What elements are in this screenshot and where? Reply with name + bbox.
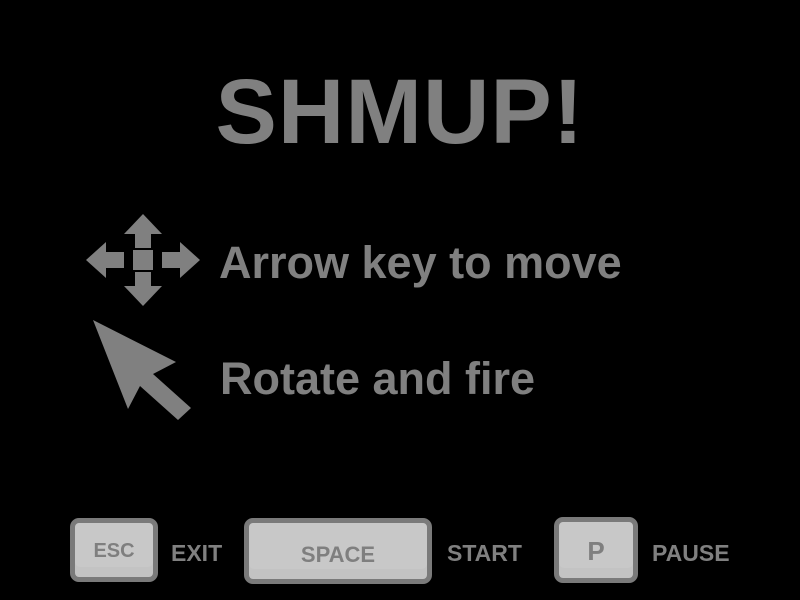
game-title: SHMUP!: [215, 61, 585, 163]
p-key-label: P: [587, 536, 605, 566]
mouse-cursor-icon: [90, 318, 194, 422]
esc-key-label: ESC: [93, 540, 135, 562]
move-instruction-text: Arrow key to move: [219, 237, 622, 288]
esc-key[interactable]: ESC: [70, 518, 158, 582]
fire-instruction-text: Rotate and fire: [220, 353, 536, 404]
move-arrows-icon: [84, 212, 202, 308]
exit-label: EXIT: [171, 540, 223, 566]
start-label: START: [447, 540, 522, 566]
title-screen: SHMUP! Arrow key to move Rotate and fire: [0, 0, 800, 600]
space-key-label: SPACE: [300, 542, 376, 567]
pause-label: PAUSE: [652, 540, 730, 566]
space-key[interactable]: SPACE: [244, 518, 432, 584]
p-key[interactable]: P: [554, 517, 638, 583]
